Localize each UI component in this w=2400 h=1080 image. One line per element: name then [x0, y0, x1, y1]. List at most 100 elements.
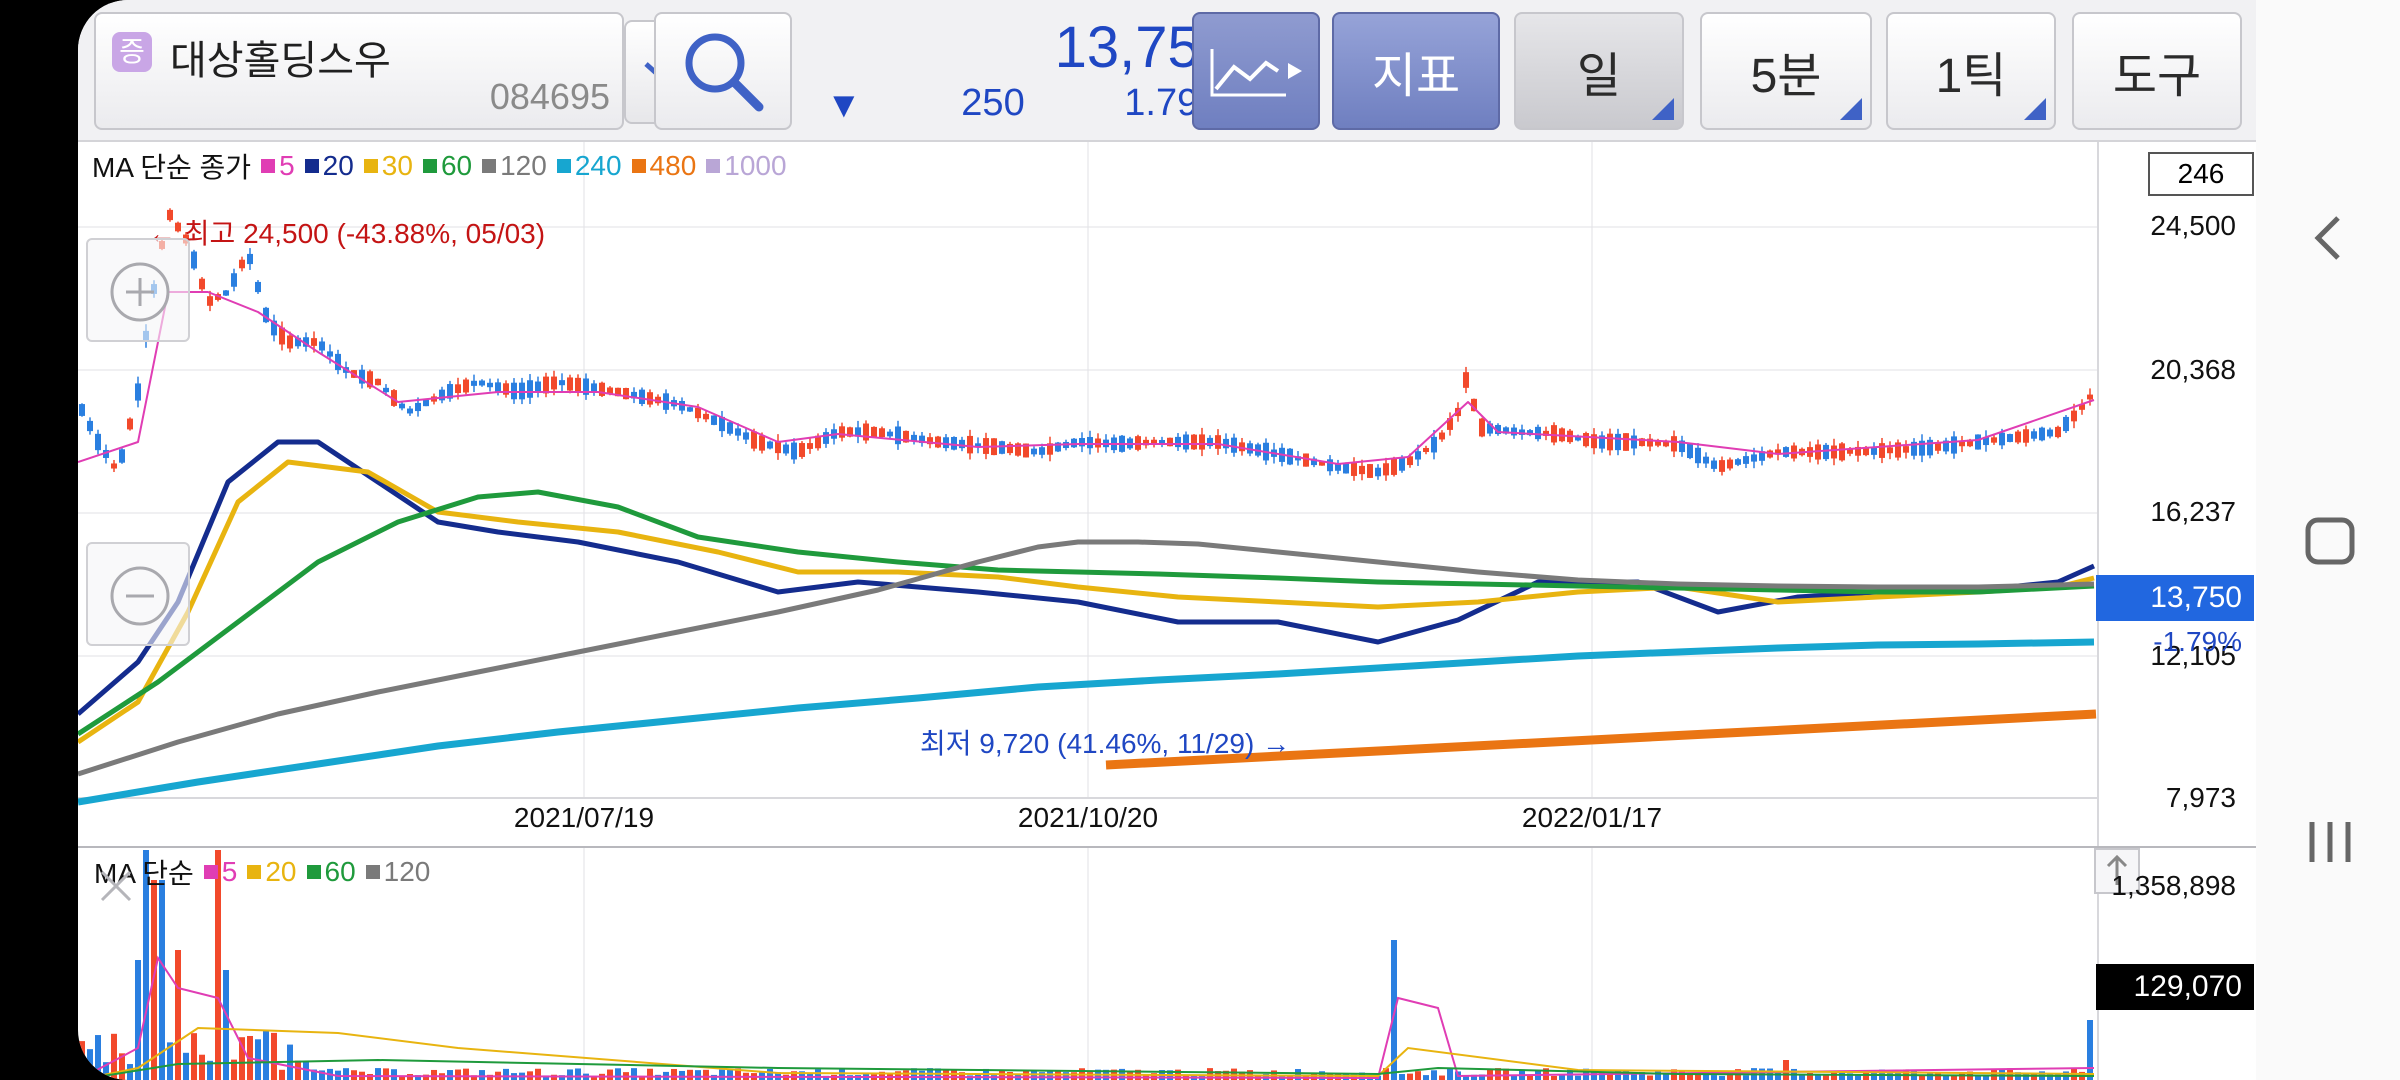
candle-body — [823, 432, 829, 444]
system-navigation-bar — [2256, 0, 2400, 1080]
volume-bar — [1063, 1072, 1069, 1080]
price-legend-item: 240 — [556, 150, 622, 182]
candle-body — [567, 377, 573, 391]
candle-body — [407, 408, 413, 414]
volume-bar — [479, 1070, 485, 1080]
period-tick-label: 1틱 — [1935, 50, 2007, 103]
app-screen: 증 대상홀딩스우 084695 13,750 ▼ 250 1.79% 지표 일 … — [78, 0, 2256, 1080]
volume-legend: MA 단순 5 20 60 120 — [94, 852, 430, 892]
volume-bar — [1623, 1070, 1629, 1080]
chart-type-button[interactable] — [1192, 12, 1320, 130]
candle-body — [967, 435, 973, 454]
candle-body — [79, 404, 85, 416]
dropdown-corner-icon — [1652, 98, 1674, 120]
high-price-annotation: ← 최고 24,500 (-43.88%, 05/03) — [148, 218, 546, 249]
zoom-out-button[interactable] — [86, 542, 190, 646]
legend-label: 20 — [322, 150, 354, 181]
candle-body — [415, 402, 421, 412]
volume-bar — [263, 1030, 269, 1080]
stock-selector[interactable]: 증 대상홀딩스우 084695 — [94, 12, 624, 130]
volume-bar — [903, 1070, 909, 1080]
down-arrow-icon: ▼ — [826, 84, 862, 125]
search-button[interactable] — [654, 12, 792, 130]
candle-body — [1223, 438, 1229, 449]
candle-body — [455, 384, 461, 394]
volume-bar — [431, 1069, 437, 1080]
candle-body — [2071, 410, 2077, 422]
volume-bar — [1895, 1072, 1901, 1080]
candle-body — [951, 436, 957, 450]
candle-body — [247, 253, 253, 265]
stock-badge: 증 — [112, 32, 152, 72]
recents-icon[interactable] — [2309, 822, 2351, 862]
current-price-tag: 13,750 — [2096, 575, 2254, 621]
volume-bar — [703, 1069, 709, 1080]
zoom-in-button[interactable] — [86, 238, 190, 342]
candle-body — [711, 415, 717, 425]
legend-swatch — [631, 159, 646, 173]
candle-body — [2047, 429, 2053, 437]
candle-body — [807, 443, 813, 449]
candle-body — [999, 441, 1005, 454]
current-volume-tag: 129,070 — [2096, 964, 2254, 1010]
tools-button[interactable]: 도구 — [2072, 12, 2242, 130]
candle-body — [759, 435, 765, 451]
period-day-button[interactable]: 일 — [1514, 12, 1684, 130]
candle-body — [1879, 443, 1885, 458]
candle-body — [1071, 438, 1077, 448]
close-icon — [100, 870, 132, 902]
candle-body — [327, 351, 333, 357]
candle-body — [1535, 426, 1541, 440]
candle-body — [1823, 444, 1829, 460]
x-axis-label: 2021/10/20 — [1017, 802, 1159, 833]
volume-legend-item: 120 — [365, 856, 430, 888]
y-axis-label: 24,500 — [2150, 210, 2236, 241]
price-legend-item: 1000 — [706, 150, 787, 182]
candle-body — [1703, 456, 1709, 464]
price-chart-panel[interactable]: MA 단순 종가 5 20 30 60 120 240 480 1000 246 24,500… — [78, 142, 2256, 846]
candle-body — [1199, 434, 1205, 450]
volume-bar — [1399, 1074, 1405, 1080]
home-icon[interactable] — [2305, 517, 2355, 565]
back-icon[interactable] — [2314, 216, 2340, 260]
candle-body — [783, 444, 789, 454]
close-panel-button[interactable] — [90, 860, 142, 912]
candle-body — [1511, 427, 1517, 436]
candle-body — [207, 296, 213, 306]
candle-body — [319, 341, 325, 351]
candle-body — [1383, 463, 1389, 476]
candle-body — [1623, 433, 1629, 451]
volume-max-label: 1,358,898 — [2111, 870, 2236, 901]
stock-name: 대상홀딩스우 — [170, 39, 391, 83]
dropdown-corner-icon — [2024, 98, 2046, 120]
legend-swatch — [306, 865, 321, 879]
legend-label: 5 — [221, 856, 238, 887]
period-minute-button[interactable]: 5분 — [1700, 12, 1872, 130]
candle-body — [879, 428, 885, 438]
period-tick-button[interactable]: 1틱 — [1886, 12, 2056, 130]
legend-swatch — [304, 159, 319, 173]
indicator-button[interactable]: 지표 — [1332, 12, 1500, 130]
volume-bar — [615, 1068, 621, 1080]
candle-body — [1399, 457, 1405, 471]
ma-line — [78, 489, 2095, 737]
volume-chart-panel[interactable]: MA 단순 5 20 60 120 1,358,898 129,070 — [78, 846, 2256, 1080]
volume-ma-line — [78, 955, 2095, 1080]
candle-body — [2023, 429, 2029, 443]
legend-label: 120 — [500, 150, 547, 181]
volume-bar — [1511, 1075, 1517, 1080]
volume-bar — [1799, 1075, 1805, 1080]
volume-bar — [383, 1068, 389, 1080]
toolbar: 증 대상홀딩스우 084695 13,750 ▼ 250 1.79% 지표 일 … — [78, 0, 2256, 142]
candle-body — [559, 380, 565, 386]
volume-bar — [1423, 1075, 1429, 1080]
candle-body — [735, 428, 741, 436]
volume-legend-item: 5 — [203, 856, 238, 888]
price-legend-item: 30 — [363, 150, 413, 182]
candle-body — [647, 392, 653, 405]
candle-body — [1687, 443, 1693, 459]
y-axis-label: 20,368 — [2150, 354, 2236, 385]
candle-body — [383, 387, 389, 393]
legend-swatch — [247, 865, 262, 879]
line-chart-icon — [1210, 49, 1302, 97]
